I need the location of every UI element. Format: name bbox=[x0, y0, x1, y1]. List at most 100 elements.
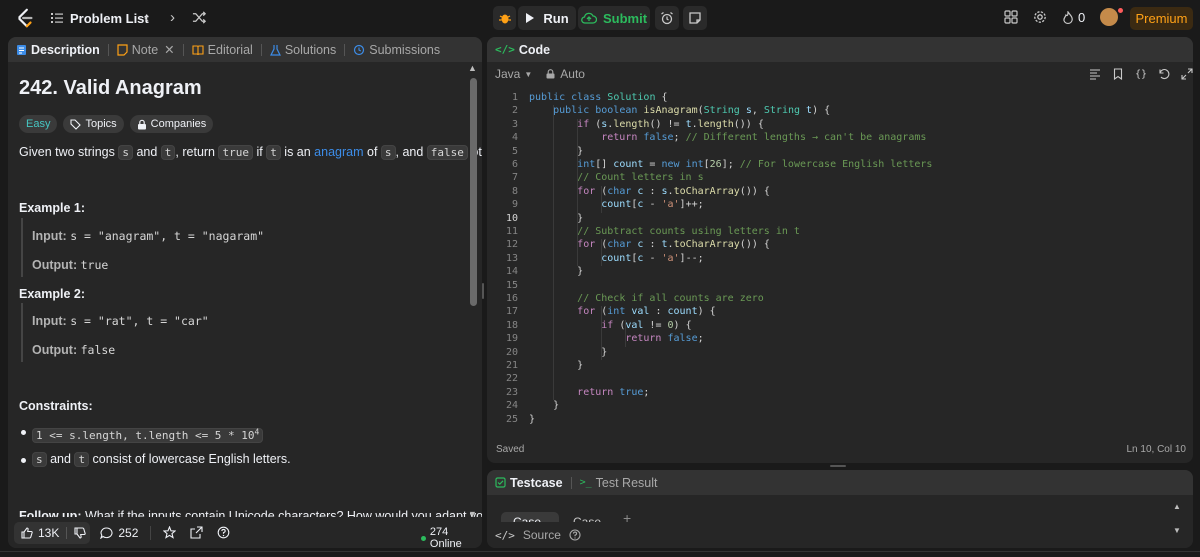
tag-icon bbox=[70, 118, 82, 130]
leetcode-logo[interactable] bbox=[14, 7, 36, 29]
layout-grid-icon[interactable] bbox=[1004, 10, 1018, 24]
code-line[interactable]: } bbox=[529, 400, 559, 411]
code-line[interactable]: count[c - 'a']--; bbox=[529, 253, 703, 264]
code-line[interactable]: for (char c : t.toCharArray()) { bbox=[529, 239, 770, 250]
topics-tag[interactable]: Topics bbox=[63, 115, 124, 133]
code-line[interactable]: } bbox=[529, 213, 583, 224]
tab-submissions[interactable]: Submissions bbox=[353, 43, 448, 57]
companies-tag[interactable]: Companies bbox=[129, 115, 214, 133]
save-status: Saved bbox=[496, 444, 525, 455]
inline-code: s bbox=[380, 145, 396, 160]
scrollbar-thumb[interactable] bbox=[470, 78, 477, 306]
code-line[interactable]: } bbox=[529, 266, 583, 277]
code-line[interactable]: if (s.length() != t.length()) { bbox=[529, 119, 764, 130]
notes-button[interactable] bbox=[683, 6, 707, 30]
tab-code[interactable]: </> Code bbox=[495, 43, 558, 57]
tab-testcase-label: Testcase bbox=[510, 475, 563, 490]
anagram-link[interactable]: anagram bbox=[314, 145, 363, 159]
code-line[interactable]: return true; bbox=[529, 387, 649, 398]
code-line[interactable]: // Check if all counts are zero bbox=[529, 293, 764, 304]
example-2-output: Output: false bbox=[32, 343, 115, 357]
line-number: 18 bbox=[505, 319, 518, 331]
inline-code: t bbox=[160, 145, 176, 160]
indent-guide bbox=[601, 239, 603, 267]
line-number: 9 bbox=[511, 199, 518, 211]
constraint-1-exponent: 4 bbox=[254, 427, 260, 436]
run-label: Run bbox=[543, 10, 569, 26]
output-label: Output: bbox=[32, 258, 78, 272]
help-icon[interactable] bbox=[217, 526, 230, 539]
streak-counter[interactable]: 0 bbox=[1062, 10, 1085, 25]
editor-scrollbar[interactable] bbox=[1184, 93, 1191, 193]
indent-guide bbox=[553, 105, 555, 401]
avatar[interactable] bbox=[1100, 8, 1118, 26]
line-number: 19 bbox=[505, 333, 518, 345]
code-line[interactable]: public class Solution { bbox=[529, 92, 668, 103]
timer-button[interactable] bbox=[655, 6, 679, 30]
chevron-left-icon[interactable]: ‹ bbox=[144, 9, 149, 26]
code-line[interactable]: } bbox=[529, 146, 583, 157]
bookmark-icon[interactable] bbox=[1112, 68, 1124, 80]
code-line[interactable]: int[] count = new int[26]; // For lowerc… bbox=[529, 159, 932, 170]
braces-icon[interactable]: {} bbox=[1135, 69, 1147, 80]
like-button[interactable]: 13K bbox=[14, 521, 91, 544]
debug-button[interactable] bbox=[493, 6, 516, 30]
shuffle-icon[interactable] bbox=[192, 10, 207, 25]
premium-button[interactable]: Premium bbox=[1130, 7, 1193, 30]
code-line[interactable]: } bbox=[529, 414, 535, 425]
code-line[interactable]: // Subtract counts using letters in t bbox=[529, 226, 800, 237]
scroll-up-icon[interactable]: ▲ bbox=[468, 63, 477, 73]
editor-status-bar: Saved Ln 10, Col 10 bbox=[496, 444, 1186, 455]
auto-mode[interactable]: Auto bbox=[546, 67, 585, 81]
gear-icon[interactable] bbox=[1033, 10, 1047, 24]
tab-solutions[interactable]: Solutions bbox=[269, 43, 344, 57]
chevron-right-icon[interactable]: › bbox=[170, 9, 175, 26]
tab-divider bbox=[182, 43, 184, 56]
vertical-resize-handle[interactable] bbox=[482, 283, 484, 299]
code-brackets-icon: </> bbox=[495, 43, 515, 56]
code-line[interactable]: } bbox=[529, 360, 583, 371]
thumbs-down-icon[interactable] bbox=[74, 526, 87, 539]
code-line[interactable]: count[c - 'a']++; bbox=[529, 199, 703, 210]
expand-icon[interactable] bbox=[1181, 68, 1193, 80]
tab-submissions-label: Submissions bbox=[369, 42, 441, 57]
line-number: 1 bbox=[511, 92, 518, 103]
code-line[interactable]: for (int val : count) { bbox=[529, 306, 716, 317]
line-number: 15 bbox=[505, 279, 518, 291]
reset-icon[interactable] bbox=[1158, 68, 1170, 80]
scroll-up-icon[interactable]: ▲ bbox=[1173, 502, 1181, 511]
tab-testcase[interactable]: Testcase bbox=[495, 476, 571, 490]
code-line[interactable]: public boolean isAnagram(String s, Strin… bbox=[529, 105, 830, 116]
scrollbar-track bbox=[1184, 93, 1191, 193]
difficulty-badge[interactable]: Easy bbox=[19, 115, 58, 133]
star-icon[interactable] bbox=[163, 526, 177, 539]
tab-test-result[interactable]: >_ Test Result bbox=[580, 476, 666, 490]
comments-button[interactable]: 252 bbox=[100, 526, 138, 540]
tab-editorial[interactable]: Editorial bbox=[192, 43, 261, 57]
share-icon[interactable] bbox=[190, 526, 203, 539]
code-line[interactable]: for (char c : s.toCharArray()) { bbox=[529, 186, 770, 197]
code-line[interactable]: return false; // Different lengths → can… bbox=[529, 132, 926, 143]
scroll-down-icon[interactable]: ▼ bbox=[1173, 526, 1181, 535]
run-button[interactable]: Run bbox=[518, 6, 576, 30]
language-select[interactable]: Java ▼ bbox=[495, 67, 532, 81]
indent-guide bbox=[601, 185, 603, 213]
input-value: s = "rat", t = "car" bbox=[70, 314, 209, 328]
tag-row: Easy Topics Companies bbox=[19, 115, 214, 133]
horizontal-resize-handle[interactable] bbox=[830, 465, 846, 467]
statement-text: Given two strings bbox=[19, 145, 119, 159]
format-icon[interactable] bbox=[1089, 68, 1101, 80]
line-number: 25 bbox=[505, 413, 518, 425]
code-line[interactable]: // Count letters in s bbox=[529, 172, 703, 183]
submit-button[interactable]: Submit bbox=[578, 6, 650, 30]
source-link[interactable]: Source bbox=[523, 528, 561, 542]
close-icon[interactable]: ✕ bbox=[164, 42, 174, 57]
play-icon bbox=[526, 13, 535, 23]
code-line[interactable]: return false; bbox=[529, 333, 703, 344]
statement-text: , and bbox=[395, 145, 427, 159]
problem-list-link[interactable]: Problem List bbox=[70, 11, 149, 26]
code-line[interactable]: } bbox=[529, 347, 607, 358]
tab-description[interactable]: Description bbox=[16, 43, 108, 57]
tab-note[interactable]: Note ✕ bbox=[117, 42, 183, 57]
help-icon[interactable] bbox=[569, 529, 581, 541]
